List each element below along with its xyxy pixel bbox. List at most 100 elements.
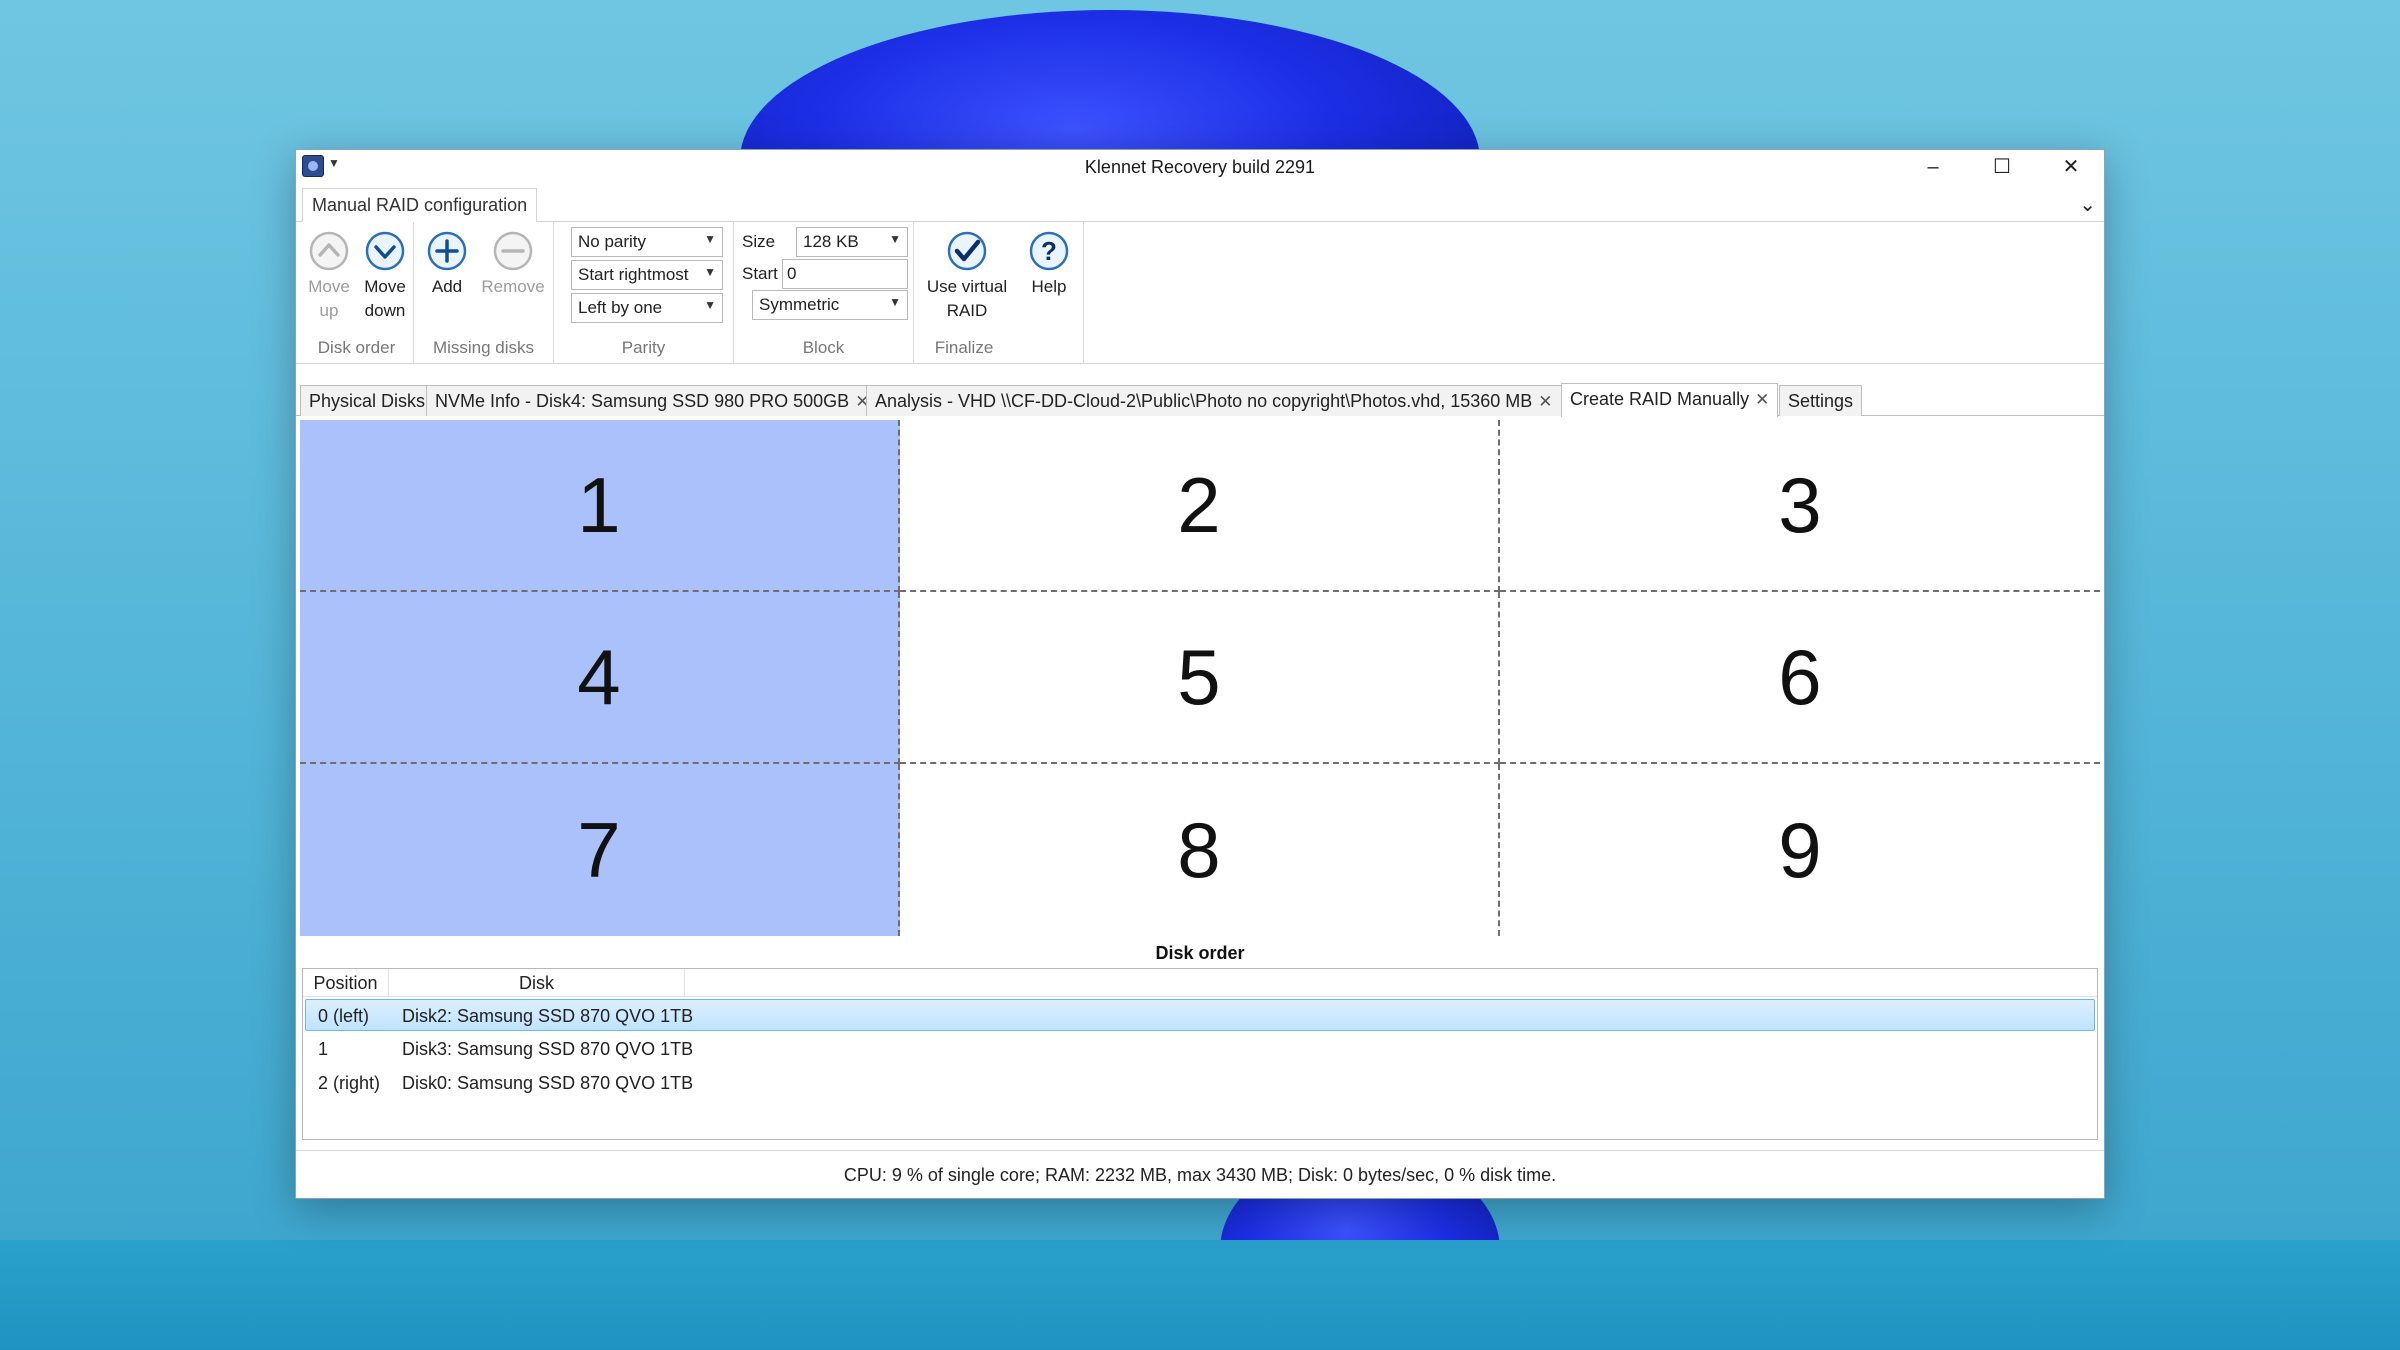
remove-disk-button[interactable]: Remove [478,230,548,299]
group-label-missing-disks: Missing disks [432,338,535,357]
position-cell: 1 [318,1039,329,1059]
block-start-label: Start [742,264,778,283]
group-block: Size 128 KB ▼ Start 0 Symmetric ▼ Block [734,222,914,364]
stripe-number: 7 [577,805,621,894]
parity-start-select[interactable]: Start rightmost ▼ [571,260,723,290]
ribbon-tab-manual-raid[interactable]: Manual RAID configuration [302,188,538,223]
move-up-label: Move up [308,277,350,320]
list-item[interactable]: 0 (left) Disk2: Samsung SSD 870 QVO 1TB [305,999,2095,1031]
group-label-parity: Parity [621,338,666,357]
close-tab-icon[interactable]: ✕ [1538,392,1552,411]
use-virtual-raid-label: Use virtual RAID [926,277,1008,320]
ribbon-tab-row: Manual RAID configuration ⌄ [296,186,2104,223]
checkmark-circle-icon [947,231,987,271]
arrow-down-circle-icon [365,231,405,271]
parity-rotation-value: Left by one [578,298,663,317]
block-size-select[interactable]: 128 KB ▼ [796,227,908,257]
ribbon: Move up Move down Disk order Add Remove … [296,222,2104,364]
list-item[interactable]: 2 (right) Disk0: Samsung SSD 870 QVO 1TB [305,1067,2095,1099]
parity-type-select[interactable]: No parity ▼ [571,227,723,257]
column-header-position[interactable]: Position [303,969,389,997]
block-layout-value: Symmetric [759,295,840,314]
stripe-number: 4 [577,632,621,721]
chevron-down-icon: ▼ [704,265,716,279]
plus-circle-icon [427,231,467,271]
block-size-label: Size [742,232,776,251]
disk-order-caption: Disk order [1155,943,1245,963]
stripe-number: 2 [1177,460,1221,549]
disk-cell: Disk2: Samsung SSD 870 QVO 1TB [402,1006,694,1026]
move-up-button[interactable]: Move up [304,230,354,323]
group-disk-order: Move up Move down Disk order [300,222,414,364]
block-layout-select[interactable]: Symmetric ▼ [752,290,908,320]
disk-cell: Disk0: Samsung SSD 870 QVO 1TB [402,1073,694,1093]
stripe-cell: 1 [300,420,900,592]
document-tab-bar: Physical Disks NVMe Info - Disk4: Samsun… [296,382,2104,417]
parity-type-value: No parity [578,232,647,251]
stripe-number: 9 [1778,805,1822,894]
stripe-cell: 2 [900,420,1500,592]
column-header-disk[interactable]: Disk [389,969,685,997]
parity-start-value: Start rightmost [578,265,689,284]
minus-circle-icon [493,231,533,271]
block-start-input[interactable]: 0 [782,259,908,289]
stripe-number: 5 [1177,632,1221,721]
block-start-value: 0 [787,264,797,283]
move-down-label: Move down [364,277,406,320]
title-bar: ▼ Klennet Recovery build 2291 – ☐ ✕ [296,150,2104,184]
tab-nvme-info[interactable]: NVMe Info - Disk4: Samsung SSD 980 PRO 5… [426,385,879,416]
stripe-cell: 6 [1500,592,2100,764]
stripe-cell: 5 [900,592,1500,764]
tab-label: Settings [1788,391,1854,411]
stripe-number: 8 [1177,805,1221,894]
add-disk-button[interactable]: Add [422,230,472,299]
wallpaper-floor [0,1240,2400,1350]
chevron-down-icon: ▼ [889,232,901,246]
app-window: ▼ Klennet Recovery build 2291 – ☐ ✕ Manu… [295,149,2105,1199]
stripe-number: 1 [577,460,621,549]
tab-create-raid-manually[interactable]: Create RAID Manually ✕ [1561,383,1779,417]
list-item[interactable]: 1 Disk3: Samsung SSD 870 QVO 1TB [305,1033,2095,1065]
status-bar: CPU: 9 % of single core; RAM: 2232 MB, m… [296,1150,2104,1198]
position-cell: 0 (left) [318,1006,370,1026]
tab-settings[interactable]: Settings [1779,385,1863,416]
chevron-down-icon: ▼ [704,232,716,246]
disk-cell: Disk3: Samsung SSD 870 QVO 1TB [402,1039,694,1059]
use-virtual-raid-button[interactable]: Use virtual RAID [920,230,1014,323]
chevron-down-icon: ▼ [704,298,716,312]
tab-label: Physical Disks [309,391,426,411]
stripe-number: 6 [1778,632,1822,721]
window-title: Klennet Recovery build 2291 [1084,157,1316,177]
ribbon-collapse-icon[interactable]: ⌄ [2079,192,2096,217]
help-button[interactable]: ? Help [1024,230,1074,299]
minimize-button[interactable]: – [1899,150,1967,184]
close-button[interactable]: ✕ [2037,150,2105,184]
disk-order-list[interactable]: Position Disk 0 (left) Disk2: Samsung SS… [302,968,2098,1140]
block-size-value: 128 KB [803,232,859,251]
chevron-down-icon: ▼ [889,295,901,309]
help-label: Help [1031,277,1067,296]
maximize-button[interactable]: ☐ [1968,150,2036,184]
arrow-up-circle-icon [309,231,349,271]
group-label-block: Block [802,338,845,357]
stripe-cell: 8 [900,764,1500,936]
stripe-cell: 4 [300,592,900,764]
tab-label: NVMe Info - Disk4: Samsung SSD 980 PRO 5… [435,391,850,411]
stripe-cell: 7 [300,764,900,936]
parity-rotation-select[interactable]: Left by one ▼ [571,293,723,323]
group-finalize: Use virtual RAID ? Help Finalize [914,222,1084,364]
position-cell: 2 (right) [318,1073,381,1093]
question-mark-icon: ? [1029,231,1069,271]
group-missing-disks: Add Remove Missing disks [414,222,554,364]
group-label-disk-order: Disk order [317,338,396,357]
tab-label: Analysis - VHD \\CF-DD-Cloud-2\Public\Ph… [875,391,1533,411]
move-down-button[interactable]: Move down [358,230,412,323]
tab-analysis-vhd[interactable]: Analysis - VHD \\CF-DD-Cloud-2\Public\Ph… [866,385,1562,416]
stripe-cell: 9 [1500,764,2100,936]
group-label-finalize: Finalize [934,338,994,357]
tab-physical-disks[interactable]: Physical Disks [300,385,435,416]
list-header: Position Disk [303,969,2097,997]
add-label: Add [431,277,463,296]
tab-label: Create RAID Manually [1570,389,1750,409]
close-tab-icon[interactable]: ✕ [1755,390,1769,409]
